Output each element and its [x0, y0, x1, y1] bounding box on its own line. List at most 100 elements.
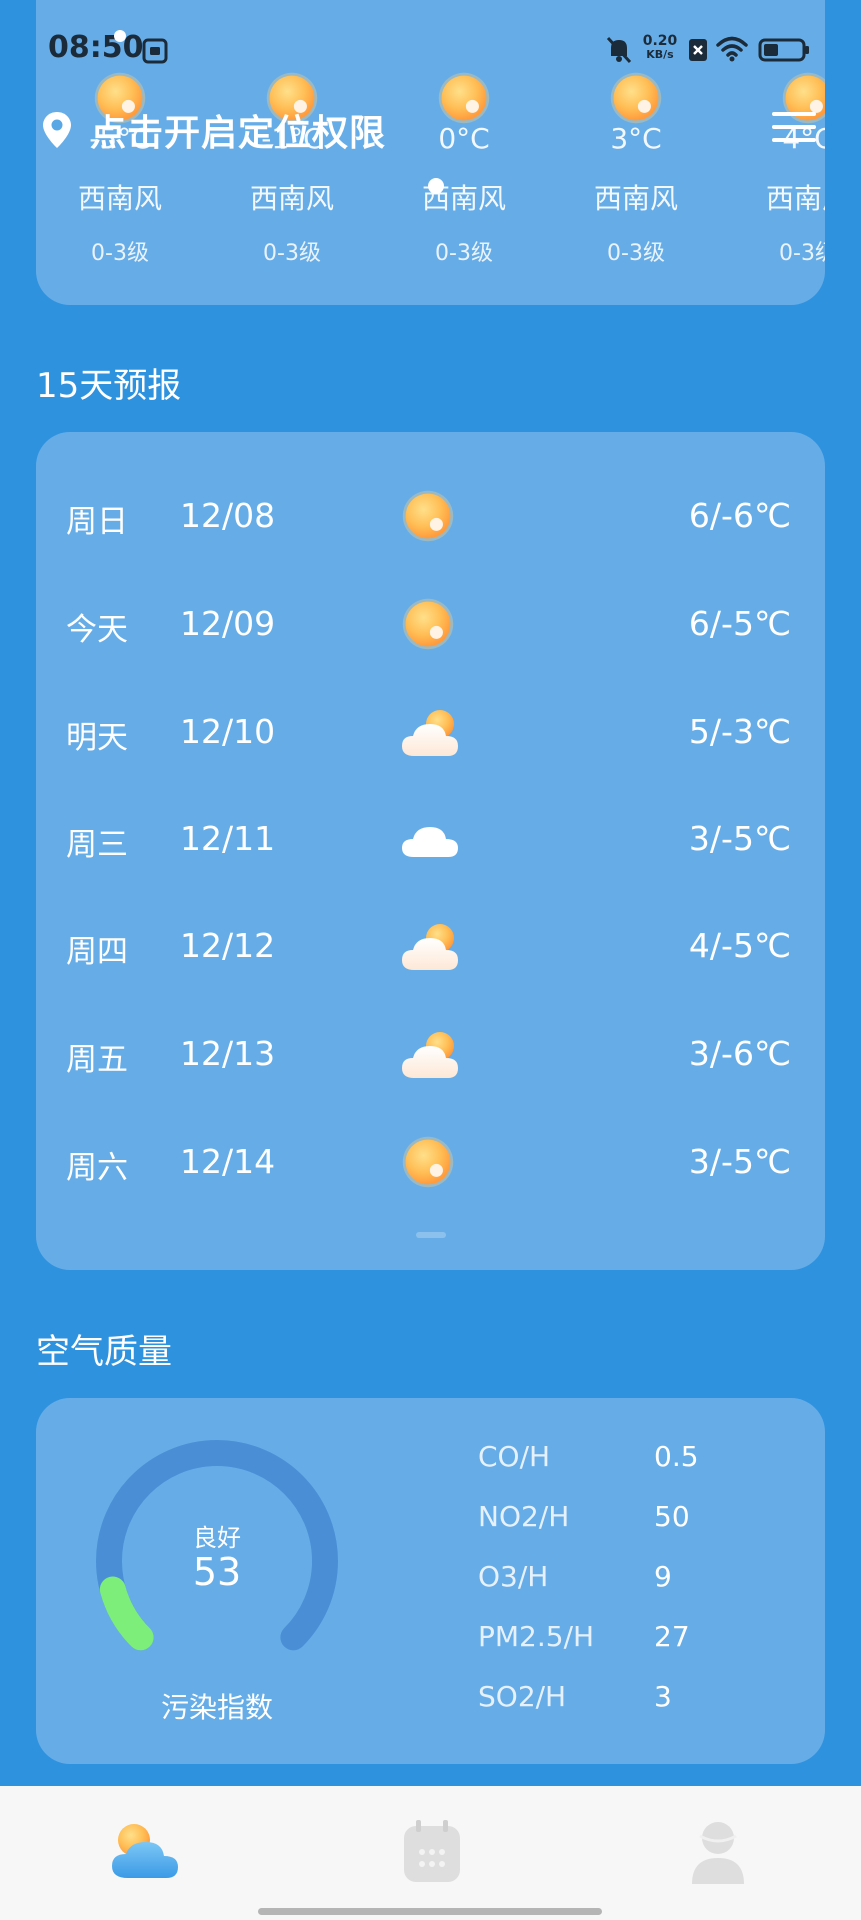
nav-tab-profile[interactable]: [678, 1816, 758, 1886]
status-time: 08:50: [48, 30, 144, 65]
forecast-day: 周五: [66, 1042, 128, 1078]
forecast-card[interactable]: 周日 12/08 6/-6℃ 今天 12/09 6/-5℃ 明天 12/10 5/-3℃ 周三 12…: [36, 432, 825, 1270]
forecast-weather-icon: [400, 811, 460, 867]
menu-button[interactable]: [772, 112, 816, 146]
status-dot: [114, 30, 126, 42]
partly-cloudy-icon: [402, 710, 458, 756]
home-indicator: [258, 1908, 602, 1915]
forecast-date: 12/10: [180, 712, 276, 751]
hourly-wind-level: 0-3级: [91, 241, 149, 266]
forecast-temp-range: 5/-3℃: [688, 712, 791, 751]
pollutant-value: 50: [654, 1500, 690, 1533]
forecast-row[interactable]: 周五 12/13 3/-6℃: [36, 1014, 825, 1094]
forecast-temp-range: 4/-5℃: [688, 926, 791, 965]
forecast-row[interactable]: 今天 12/09 6/-5℃: [36, 584, 825, 664]
pollutant-name: O3/H: [478, 1560, 549, 1593]
menu-icon: [772, 112, 816, 116]
forecast-day: 周日: [66, 504, 128, 540]
hourly-wind: 西南风: [77, 182, 162, 215]
pollutant-name: PM2.5/H: [478, 1620, 595, 1653]
forecast-weather-icon: [400, 704, 460, 760]
air-quality-section-title: 空气质量: [36, 1332, 172, 1372]
battery-icon: [758, 38, 809, 62]
forecast-weather-icon: [400, 918, 460, 974]
hourly-temp: 3°C: [610, 122, 662, 155]
forecast-day: 周六: [66, 1150, 128, 1186]
pollutant-row: CO/H 0.5: [478, 1440, 808, 1480]
forecast-weather-icon: [400, 596, 460, 652]
forecast-day: 周四: [66, 934, 128, 970]
location-pin-icon: [43, 112, 71, 148]
forecast-temp-range: 3/-5℃: [688, 1142, 791, 1181]
sunny-icon: [402, 598, 454, 650]
forecast-date: 12/11: [180, 819, 276, 858]
forecast-row[interactable]: 明天 12/10 5/-3℃: [36, 692, 825, 772]
pollutant-row: SO2/H 3: [478, 1680, 808, 1720]
pollutant-value: 3: [654, 1680, 672, 1713]
forecast-row[interactable]: 周六 12/14 3/-5℃: [36, 1122, 825, 1202]
menu-icon-bar: [772, 125, 816, 129]
pollutant-row: NO2/H 50: [478, 1500, 808, 1540]
cloudy-icon: [402, 827, 458, 857]
hourly-wind-level: 0-3级: [607, 241, 665, 266]
forecast-date: 12/13: [180, 1034, 276, 1073]
air-quality-card[interactable]: 良好 53 污染指数 CO/H 0.5 NO2/H 50 O3/H 9 PM2.5/H 27 S…: [36, 1398, 825, 1764]
forecast-row[interactable]: 周四 12/12 4/-5℃: [36, 906, 825, 986]
hourly-wind: 西南风: [421, 182, 506, 215]
forecast-weather-icon: [400, 1134, 460, 1190]
pollutant-value: 27: [654, 1620, 690, 1653]
sunny-icon: [402, 490, 454, 542]
forecast-date: 12/14: [180, 1142, 276, 1181]
forecast-temp-range: 6/-5℃: [688, 604, 791, 643]
screen-record-icon: [142, 38, 168, 64]
pollutant-name: NO2/H: [478, 1500, 570, 1533]
forecast-row[interactable]: 周三 12/11 3/-5℃: [36, 799, 825, 879]
pollutant-name: SO2/H: [478, 1680, 567, 1713]
forecast-day: 周三: [66, 827, 128, 863]
mute-icon: [606, 36, 632, 64]
pollutant-value: 0.5: [654, 1440, 699, 1473]
pollutant-row: PM2.5/H 27: [478, 1620, 808, 1660]
location-permission-row[interactable]: 点击开启定位权限: [40, 104, 386, 156]
bottom-navigation: [0, 1786, 861, 1920]
pollutant-name: CO/H: [478, 1440, 551, 1473]
profile-tab-icon: [692, 1822, 744, 1884]
wifi-icon: [716, 36, 748, 62]
hourly-wind-level: 0-3级: [435, 241, 493, 266]
nav-tab-calendar[interactable]: [392, 1816, 472, 1886]
network-speed: 0.20 KB/s: [638, 34, 682, 62]
calendar-tab-icon: [404, 1820, 460, 1882]
nav-tab-weather[interactable]: [106, 1816, 186, 1886]
network-speed-value: 0.20: [642, 33, 678, 49]
forecast-date: 12/12: [180, 926, 276, 965]
pollutant-value: 9: [654, 1560, 672, 1593]
forecast-weather-icon: [400, 488, 460, 544]
weather-tab-icon: [112, 1824, 178, 1878]
forecast-date: 12/09: [180, 604, 276, 643]
aqi-level-label: 良好: [193, 1524, 241, 1552]
menu-icon-bar: [772, 138, 816, 142]
hourly-wind-level: 0-3级: [263, 241, 321, 266]
page-indicator-dot: [428, 178, 444, 194]
hourly-wind: 西南风: [593, 182, 678, 215]
hourly-wind-level: 0-3级: [779, 241, 825, 266]
aqi-value: 53: [192, 1550, 242, 1594]
forecast-temp-range: 3/-6℃: [688, 1034, 791, 1073]
location-permission-text: 点击开启定位权限: [90, 113, 387, 154]
weather-screen: -5°C 西南风 0-3级 -1°C 西南风 0-3级 0°C 西南风 0-3级 3°C 西南风 0-…: [0, 0, 861, 1920]
hourly-temp: 0°C: [438, 122, 490, 155]
forecast-day: 今天: [66, 612, 128, 648]
network-speed-unit: KB/s: [646, 48, 674, 61]
forecast-weather-icon: [400, 1026, 460, 1082]
scroll-fade-indicator: [416, 1232, 446, 1238]
aqi-caption: 污染指数: [160, 1691, 273, 1724]
partly-cloudy-icon: [402, 924, 458, 970]
status-bar: 08:50 0.20 KB/s: [0, 0, 861, 100]
partly-cloudy-icon: [402, 1032, 458, 1078]
hourly-wind: 西南风: [765, 182, 825, 215]
forecast-row[interactable]: 周日 12/08 6/-6℃: [36, 476, 825, 556]
pollutant-row: O3/H 9: [478, 1560, 808, 1600]
hourly-wind: 西南风: [249, 182, 334, 215]
aqi-gauge-progress: [99, 1576, 154, 1651]
sim-off-icon: [689, 39, 707, 61]
